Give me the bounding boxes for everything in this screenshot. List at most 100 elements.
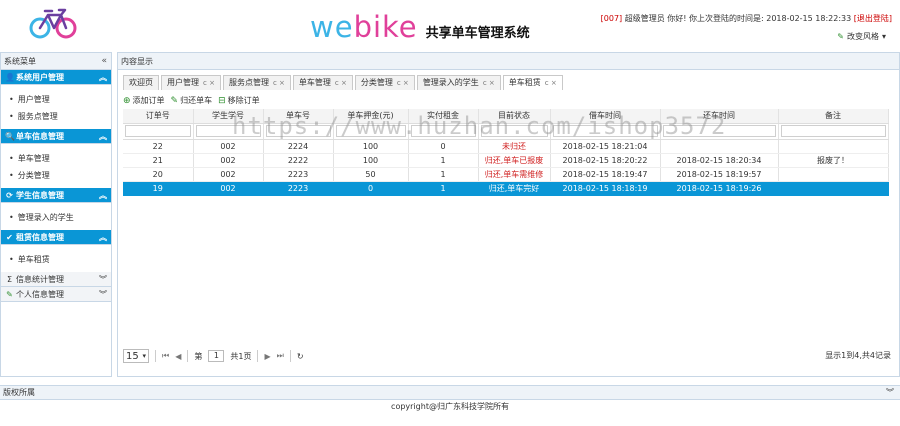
tab-label: 单车租赁 — [508, 78, 541, 87]
tab-item[interactable]: 欢迎页 — [123, 75, 159, 90]
column-header[interactable]: 实付租金 — [408, 109, 479, 124]
footer-bar: 版权所属 ︾ — [0, 385, 900, 400]
divider — [155, 350, 156, 362]
cell-borrow: 2018-02-15 18:21:04 — [550, 139, 661, 154]
menu-group-label: 个人信息管理 — [16, 290, 64, 299]
cell-deposit: 50 — [333, 167, 409, 182]
menu-item[interactable]: 管理录入的学生 — [1, 209, 111, 226]
refresh-close-icon[interactable]: c × — [545, 79, 557, 87]
column-header[interactable]: 订单号 — [123, 109, 194, 124]
next-page-icon[interactable]: ▶ — [264, 352, 270, 361]
menu-group-header[interactable]: ✔ 租赁信息管理 ︽ — [1, 230, 111, 245]
menu-group-header[interactable]: ⟳ 学生信息管理 ︽ — [1, 188, 111, 203]
menu-groups: 👤系统用户管理︽用户管理服务点管理🔍单车信息管理︽单车管理分类管理⟳学生信息管理… — [1, 70, 111, 302]
column-header[interactable]: 单车押金(元) — [333, 109, 409, 124]
cell-borrow: 2018-02-15 18:18:19 — [550, 181, 661, 196]
menu-group-header[interactable]: Σ 信息统计管理 ︾ — [1, 272, 111, 287]
table-row[interactable]: 21 002 2222 100 1 归还,单车已报废 2018-02-15 18:20:22… — [123, 153, 889, 168]
prev-page-icon[interactable]: ◀ — [175, 352, 181, 361]
menu-item[interactable]: 分类管理 — [1, 167, 111, 184]
menu-item[interactable]: 单车管理 — [1, 150, 111, 167]
refresh-close-icon[interactable]: c × — [335, 79, 347, 87]
menu-group-label: 单车信息管理 — [16, 132, 64, 141]
menu-group-header[interactable]: 👤系统用户管理 ︽ — [1, 70, 111, 85]
column-header[interactable]: 单车号 — [263, 109, 334, 124]
menu-group-items: 单车租赁 — [1, 245, 111, 272]
tab-item[interactable]: 分类管理 c × — [354, 75, 415, 90]
cell-rent: 1 — [408, 167, 479, 182]
menu-group-items: 用户管理服务点管理 — [1, 85, 111, 129]
caret-down-icon: ▾ — [142, 352, 146, 360]
caret-down-icon: ▾ — [881, 32, 886, 41]
menu-group-label: 学生信息管理 — [16, 191, 64, 200]
double-chevron-down-icon[interactable]: ︾ — [886, 386, 894, 400]
refresh-close-icon[interactable]: c × — [203, 79, 215, 87]
table-row[interactable]: 19 002 2223 0 1 归还,单车完好 2018-02-15 18:18:19 201… — [123, 181, 889, 196]
cell-id: 22 — [123, 139, 194, 154]
app-brand: webike 共享单车管理系统 — [310, 10, 530, 44]
cell-note: 报废了！ — [778, 153, 889, 168]
column-header[interactable]: 还车时间 — [660, 109, 779, 124]
tab-item[interactable]: 单车管理 c × — [292, 75, 353, 90]
user-id: [007] — [600, 14, 623, 23]
cell-student: 002 — [193, 153, 264, 168]
cell-bike: 2223 — [263, 167, 334, 182]
welcome-message: [007] 超级管理员 你好! 你上次登陆的时间是: 2018-02-15 18… — [601, 13, 892, 24]
page-number-input[interactable]: 1 — [208, 350, 225, 362]
filter-input[interactable] — [552, 125, 658, 137]
page-prefix: 第 — [194, 351, 203, 361]
refresh-close-icon[interactable]: c × — [273, 79, 285, 87]
double-chevron-left-icon[interactable]: « — [101, 53, 107, 70]
menu-item[interactable]: 单车租赁 — [1, 251, 111, 268]
table-row[interactable]: 22 002 2224 100 0 未归还 2018-02-15 18:21:04 — [123, 139, 889, 154]
last-page-icon[interactable]: ⏭ — [277, 351, 284, 361]
filter-input[interactable] — [195, 125, 261, 137]
filter-input[interactable] — [335, 125, 406, 137]
menu-item[interactable]: 服务点管理 — [1, 108, 111, 125]
filter-input[interactable] — [265, 125, 331, 137]
filter-input[interactable] — [780, 125, 886, 137]
change-style-button[interactable]: ✎ 改变风格 ▾ — [837, 31, 886, 42]
return-bike-button[interactable]: ✎ 归还单车 — [171, 95, 213, 106]
filter-input[interactable] — [662, 125, 776, 137]
refresh-close-icon[interactable]: c × — [397, 79, 409, 87]
filter-input[interactable] — [410, 125, 476, 137]
tab-item[interactable]: 单车租赁 c × — [502, 75, 563, 90]
first-page-icon[interactable]: ⏮ — [162, 351, 169, 361]
cell-student: 002 — [193, 181, 264, 196]
column-header[interactable]: 目前状态 — [478, 109, 551, 124]
page-size-select[interactable]: 15 ▾ — [123, 349, 149, 363]
filter-cell — [408, 123, 479, 140]
pencil-icon: ✎ — [170, 95, 179, 106]
remove-order-button[interactable]: ⊟ 移除订单 — [218, 95, 260, 106]
menu-item[interactable]: 用户管理 — [1, 91, 111, 108]
menu-group-label: 信息统计管理 — [16, 275, 64, 284]
cell-deposit: 100 — [333, 139, 409, 154]
logout-link[interactable]: [退出登陆] — [854, 14, 892, 23]
cell-student: 002 — [193, 167, 264, 182]
toolbar: ⊕ 添加订单 ✎ 归还单车 ⊟ 移除订单 — [123, 93, 260, 108]
menu-group-header[interactable]: 🔍单车信息管理 ︽ — [1, 129, 111, 144]
column-header[interactable]: 借车时间 — [550, 109, 661, 124]
refresh-icon[interactable]: ↻ — [297, 352, 304, 361]
column-header[interactable]: 学生学号 — [193, 109, 264, 124]
tab-item[interactable]: 用户管理 c × — [161, 75, 221, 90]
column-header[interactable]: 备注 — [778, 109, 889, 124]
orders-grid: 订单号 学生学号 单车号 单车押金(元) 实付租金 目前状态 借车时间 还车时间 备注 22 00… — [123, 109, 889, 196]
cell-bike: 2224 — [263, 139, 334, 154]
cell-note — [778, 167, 889, 182]
refresh-close-icon[interactable]: c × — [483, 79, 495, 87]
menu-group-items: 单车管理分类管理 — [1, 144, 111, 188]
tab-bar: 欢迎页 用户管理 c × 服务点管理 c × 单车管理 c × 分类管理 c × 管理录入的学生 c… — [123, 75, 563, 90]
tab-item[interactable]: 管理录入的学生 c × — [416, 75, 501, 90]
filter-input[interactable] — [480, 125, 548, 137]
filter-row — [123, 123, 889, 140]
menu-group-header[interactable]: ✎ 个人信息管理 ︾ — [1, 287, 111, 302]
filter-input[interactable] — [125, 125, 191, 137]
cell-note — [778, 139, 889, 154]
check-icon: ✔ — [6, 233, 13, 242]
add-order-button[interactable]: ⊕ 添加订单 — [123, 95, 165, 106]
double-chevron-up-icon: ︽ — [99, 132, 107, 141]
tab-item[interactable]: 服务点管理 c × — [222, 75, 291, 90]
table-row[interactable]: 20 002 2223 50 1 归还,单车需维修 2018-02-15 18:19:47 2… — [123, 167, 889, 182]
